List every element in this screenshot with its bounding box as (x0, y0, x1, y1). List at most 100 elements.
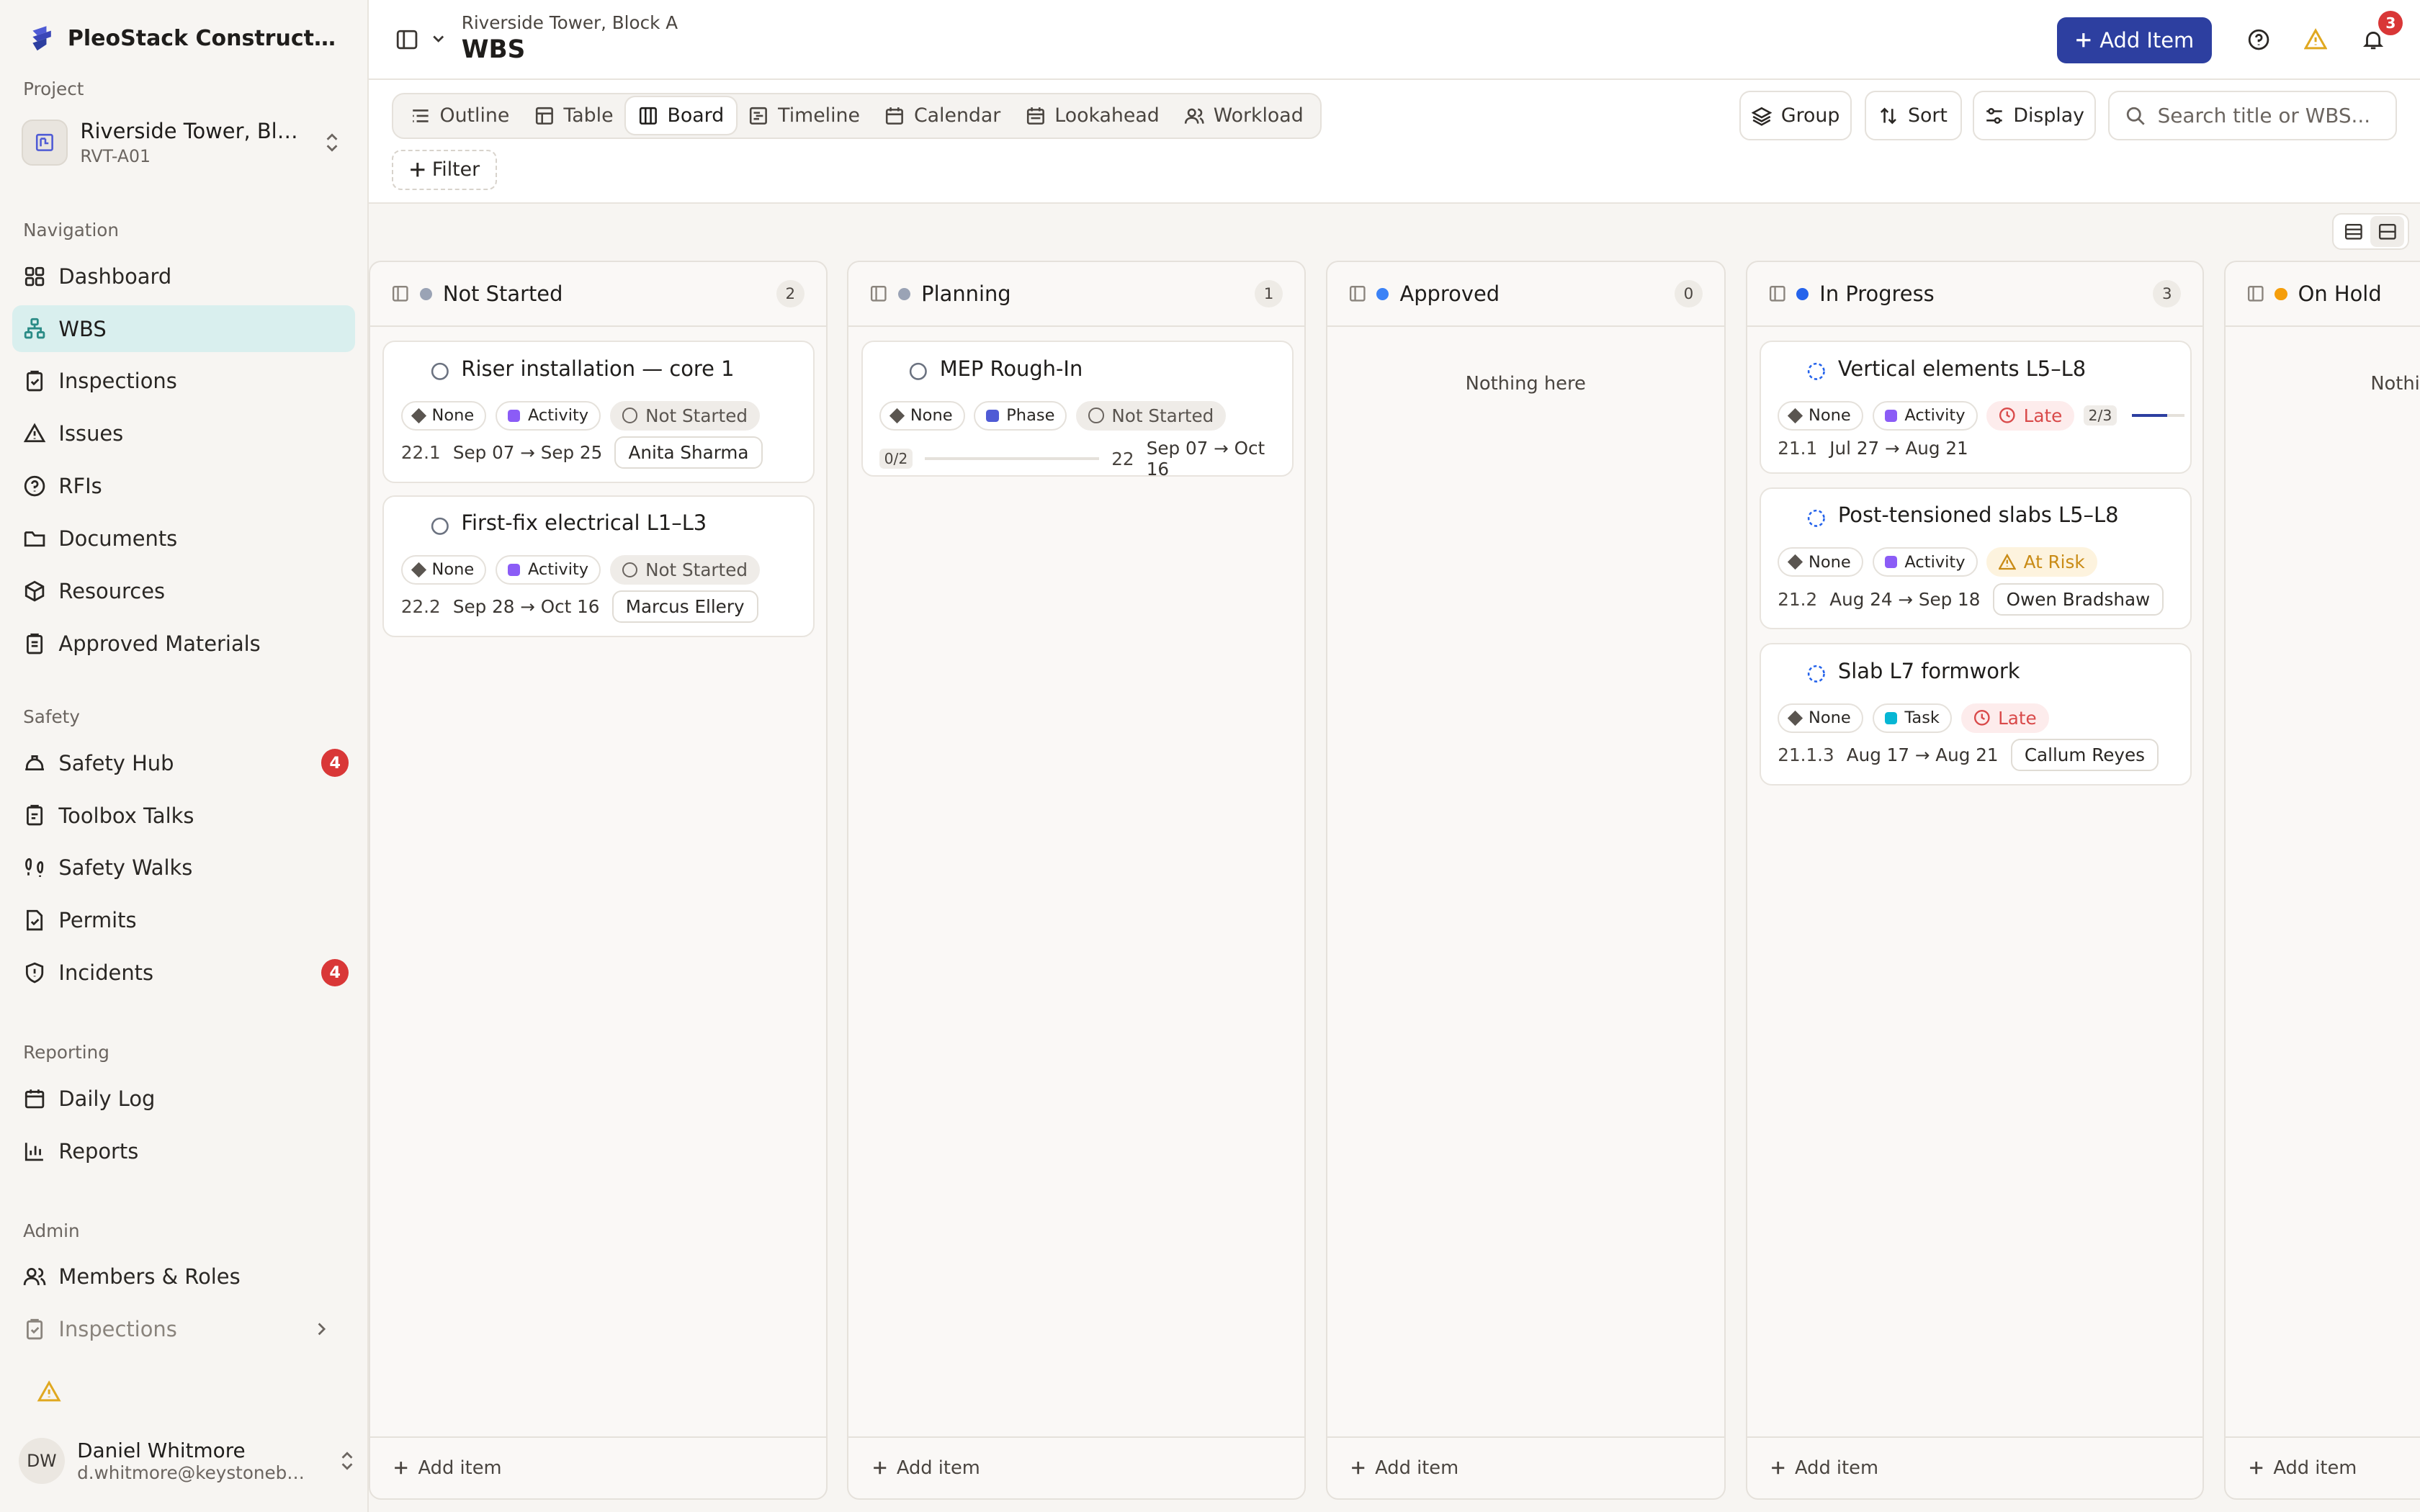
task-card[interactable]: First-fix electrical L1–L3 None Activity No… (382, 495, 815, 637)
sidebar-item-safety-hub[interactable]: Safety Hub 4 (12, 740, 355, 786)
assignee-chip[interactable]: Callum Reyes (2010, 739, 2159, 772)
type-tag[interactable]: Phase (974, 400, 1067, 431)
task-card[interactable]: Riser installation — core 1 None Activity N… (382, 341, 815, 483)
add-item-footer[interactable]: Add item (848, 1436, 1304, 1498)
priority-tag[interactable]: None (400, 400, 487, 431)
type-tag[interactable]: Activity (496, 555, 601, 585)
help-icon[interactable] (2247, 28, 2270, 51)
brand[interactable]: PleoStack Construction ... (0, 0, 367, 55)
warning-icon[interactable] (37, 1380, 62, 1404)
status-circle-icon[interactable] (909, 362, 928, 381)
task-card[interactable]: Vertical elements L5–L8 None Activity Late 2… (1759, 341, 2192, 474)
sidebar-item-dashboard[interactable]: Dashboard (12, 253, 355, 300)
sidebar-item-permits[interactable]: Permits (12, 897, 355, 943)
status-dot (2275, 287, 2287, 300)
status-tag[interactable]: Not Started (609, 400, 760, 431)
compact-layout-button[interactable] (2336, 216, 2370, 247)
assignee-chip[interactable]: Marcus Ellery (611, 590, 758, 624)
status-circle-icon[interactable] (431, 517, 449, 536)
tab-timeline[interactable]: Timeline (736, 97, 872, 134)
type-tag[interactable]: Task (1872, 703, 1952, 733)
search-input[interactable] (2157, 104, 2374, 128)
group-button[interactable]: Group (1739, 91, 1852, 140)
tab-outline[interactable]: Outline (398, 97, 522, 134)
collapse-column-icon[interactable] (1349, 285, 1366, 302)
sidebar-item-daily-log[interactable]: Daily Log (12, 1076, 355, 1122)
type-icon (508, 409, 521, 422)
task-card[interactable]: Slab L7 formwork None Task Late 21.1.3 Aug 17… (1759, 643, 2192, 786)
sidebar-item-approved-materials[interactable]: Approved Materials (12, 620, 355, 666)
search-box[interactable] (2108, 91, 2397, 140)
project-switcher[interactable]: Riverside Tower, Bloc... RVT-A01 (22, 109, 355, 176)
tab-table[interactable]: Table (522, 97, 626, 134)
priority-tag[interactable]: None (1778, 703, 1863, 733)
sidebar-toggle-icon[interactable] (395, 28, 418, 51)
card-meta: 22.1 Sep 07 → Sep 25 Anita Sharma (401, 436, 763, 469)
sidebar-item-toolbox-talks[interactable]: Toolbox Talks (12, 792, 355, 838)
collapse-column-icon[interactable] (1769, 285, 1786, 302)
task-card[interactable]: MEP Rough-In None Phase Not Started 0/2 22 Sep… (861, 341, 1294, 480)
sidebar-item-incidents[interactable]: Incidents 4 (12, 950, 355, 996)
sidebar-item-issues[interactable]: Issues (12, 410, 355, 456)
at-risk-tag[interactable]: At Risk (1986, 547, 2097, 577)
late-tag[interactable]: Late (1960, 703, 2049, 733)
type-tag[interactable]: Activity (1872, 400, 1978, 431)
tab-workload[interactable]: Workload (1172, 97, 1316, 134)
add-item-label: Add item (1795, 1457, 1879, 1480)
search-icon (2126, 107, 2145, 125)
late-tag[interactable]: Late (1986, 400, 2075, 431)
in-progress-icon[interactable] (1807, 509, 1826, 528)
expanded-layout-button[interactable] (2370, 216, 2405, 247)
priority-tag[interactable]: None (1778, 547, 1863, 577)
status-tag[interactable]: Not Started (609, 555, 760, 585)
breadcrumb[interactable]: Riverside Tower, Block A (462, 12, 678, 33)
plus-icon (2250, 1462, 2263, 1475)
tab-board[interactable]: Board (625, 96, 737, 135)
add-item-button[interactable]: Add Item (2057, 17, 2212, 63)
in-progress-icon[interactable] (1807, 665, 1826, 683)
sidebar-item-admin-inspections[interactable]: Inspections (12, 1306, 355, 1352)
tab-calendar[interactable]: Calendar (872, 97, 1013, 134)
task-card[interactable]: Post-tensioned slabs L5–L8 None Activity At… (1759, 487, 2192, 630)
type-tag[interactable]: Activity (496, 400, 601, 431)
add-item-footer[interactable]: Add item (370, 1436, 826, 1498)
plus-icon (2076, 33, 2091, 48)
date-range: Jul 27 → Aug 21 (1829, 438, 1968, 459)
sort-button[interactable]: Sort (1864, 91, 1962, 140)
in-progress-icon[interactable] (1807, 362, 1826, 381)
collapse-column-icon[interactable] (870, 285, 887, 302)
priority-tag[interactable]: None (1778, 400, 1863, 431)
status-tag[interactable]: Not Started (1076, 400, 1227, 431)
add-item-footer[interactable]: Add item (1327, 1436, 1724, 1498)
sidebar-item-label: Resources (58, 578, 166, 603)
date-range: Sep 28 → Oct 16 (452, 596, 600, 618)
sidebar-item-reports[interactable]: Reports (12, 1128, 355, 1174)
sidebar-item-members-roles[interactable]: Members & Roles (12, 1254, 355, 1300)
tab-lookahead[interactable]: Lookahead (1013, 97, 1171, 134)
collapse-column-icon[interactable] (392, 285, 409, 302)
display-button[interactable]: Display (1972, 91, 2097, 140)
user-menu[interactable]: DW Daniel Whitmore d.whitmore@keystonebu… (18, 1438, 358, 1485)
sidebar-item-rfis[interactable]: RFIs (12, 463, 355, 509)
collapse-column-icon[interactable] (2247, 285, 2264, 302)
priority-tag[interactable]: None (879, 400, 965, 431)
sidebar-item-documents[interactable]: Documents (12, 516, 355, 562)
filter-button[interactable]: Filter (392, 149, 497, 190)
assignee-chip[interactable]: Anita Sharma (614, 436, 763, 469)
status-circle-icon[interactable] (431, 362, 449, 381)
chevron-down-icon[interactable] (431, 31, 446, 46)
add-item-label: Add Item (2099, 27, 2195, 53)
priority-icon (1788, 710, 1803, 726)
add-item-footer[interactable]: Add item (2225, 1436, 2420, 1498)
sidebar-item-wbs[interactable]: WBS (12, 305, 355, 352)
priority-tag[interactable]: None (400, 555, 487, 585)
type-tag[interactable]: Activity (1872, 547, 1978, 577)
column-count: 2 (776, 279, 805, 308)
sidebar-item-inspections[interactable]: Inspections (12, 358, 355, 404)
warning-icon[interactable] (2304, 27, 2328, 51)
assignee-chip[interactable]: Owen Bradshaw (1992, 582, 2164, 616)
add-item-footer[interactable]: Add item (1747, 1436, 2203, 1498)
sidebar: PleoStack Construction ... Project River… (0, 0, 369, 1512)
sidebar-item-safety-walks[interactable]: Safety Walks (12, 845, 355, 891)
sidebar-item-resources[interactable]: Resources (12, 568, 355, 614)
